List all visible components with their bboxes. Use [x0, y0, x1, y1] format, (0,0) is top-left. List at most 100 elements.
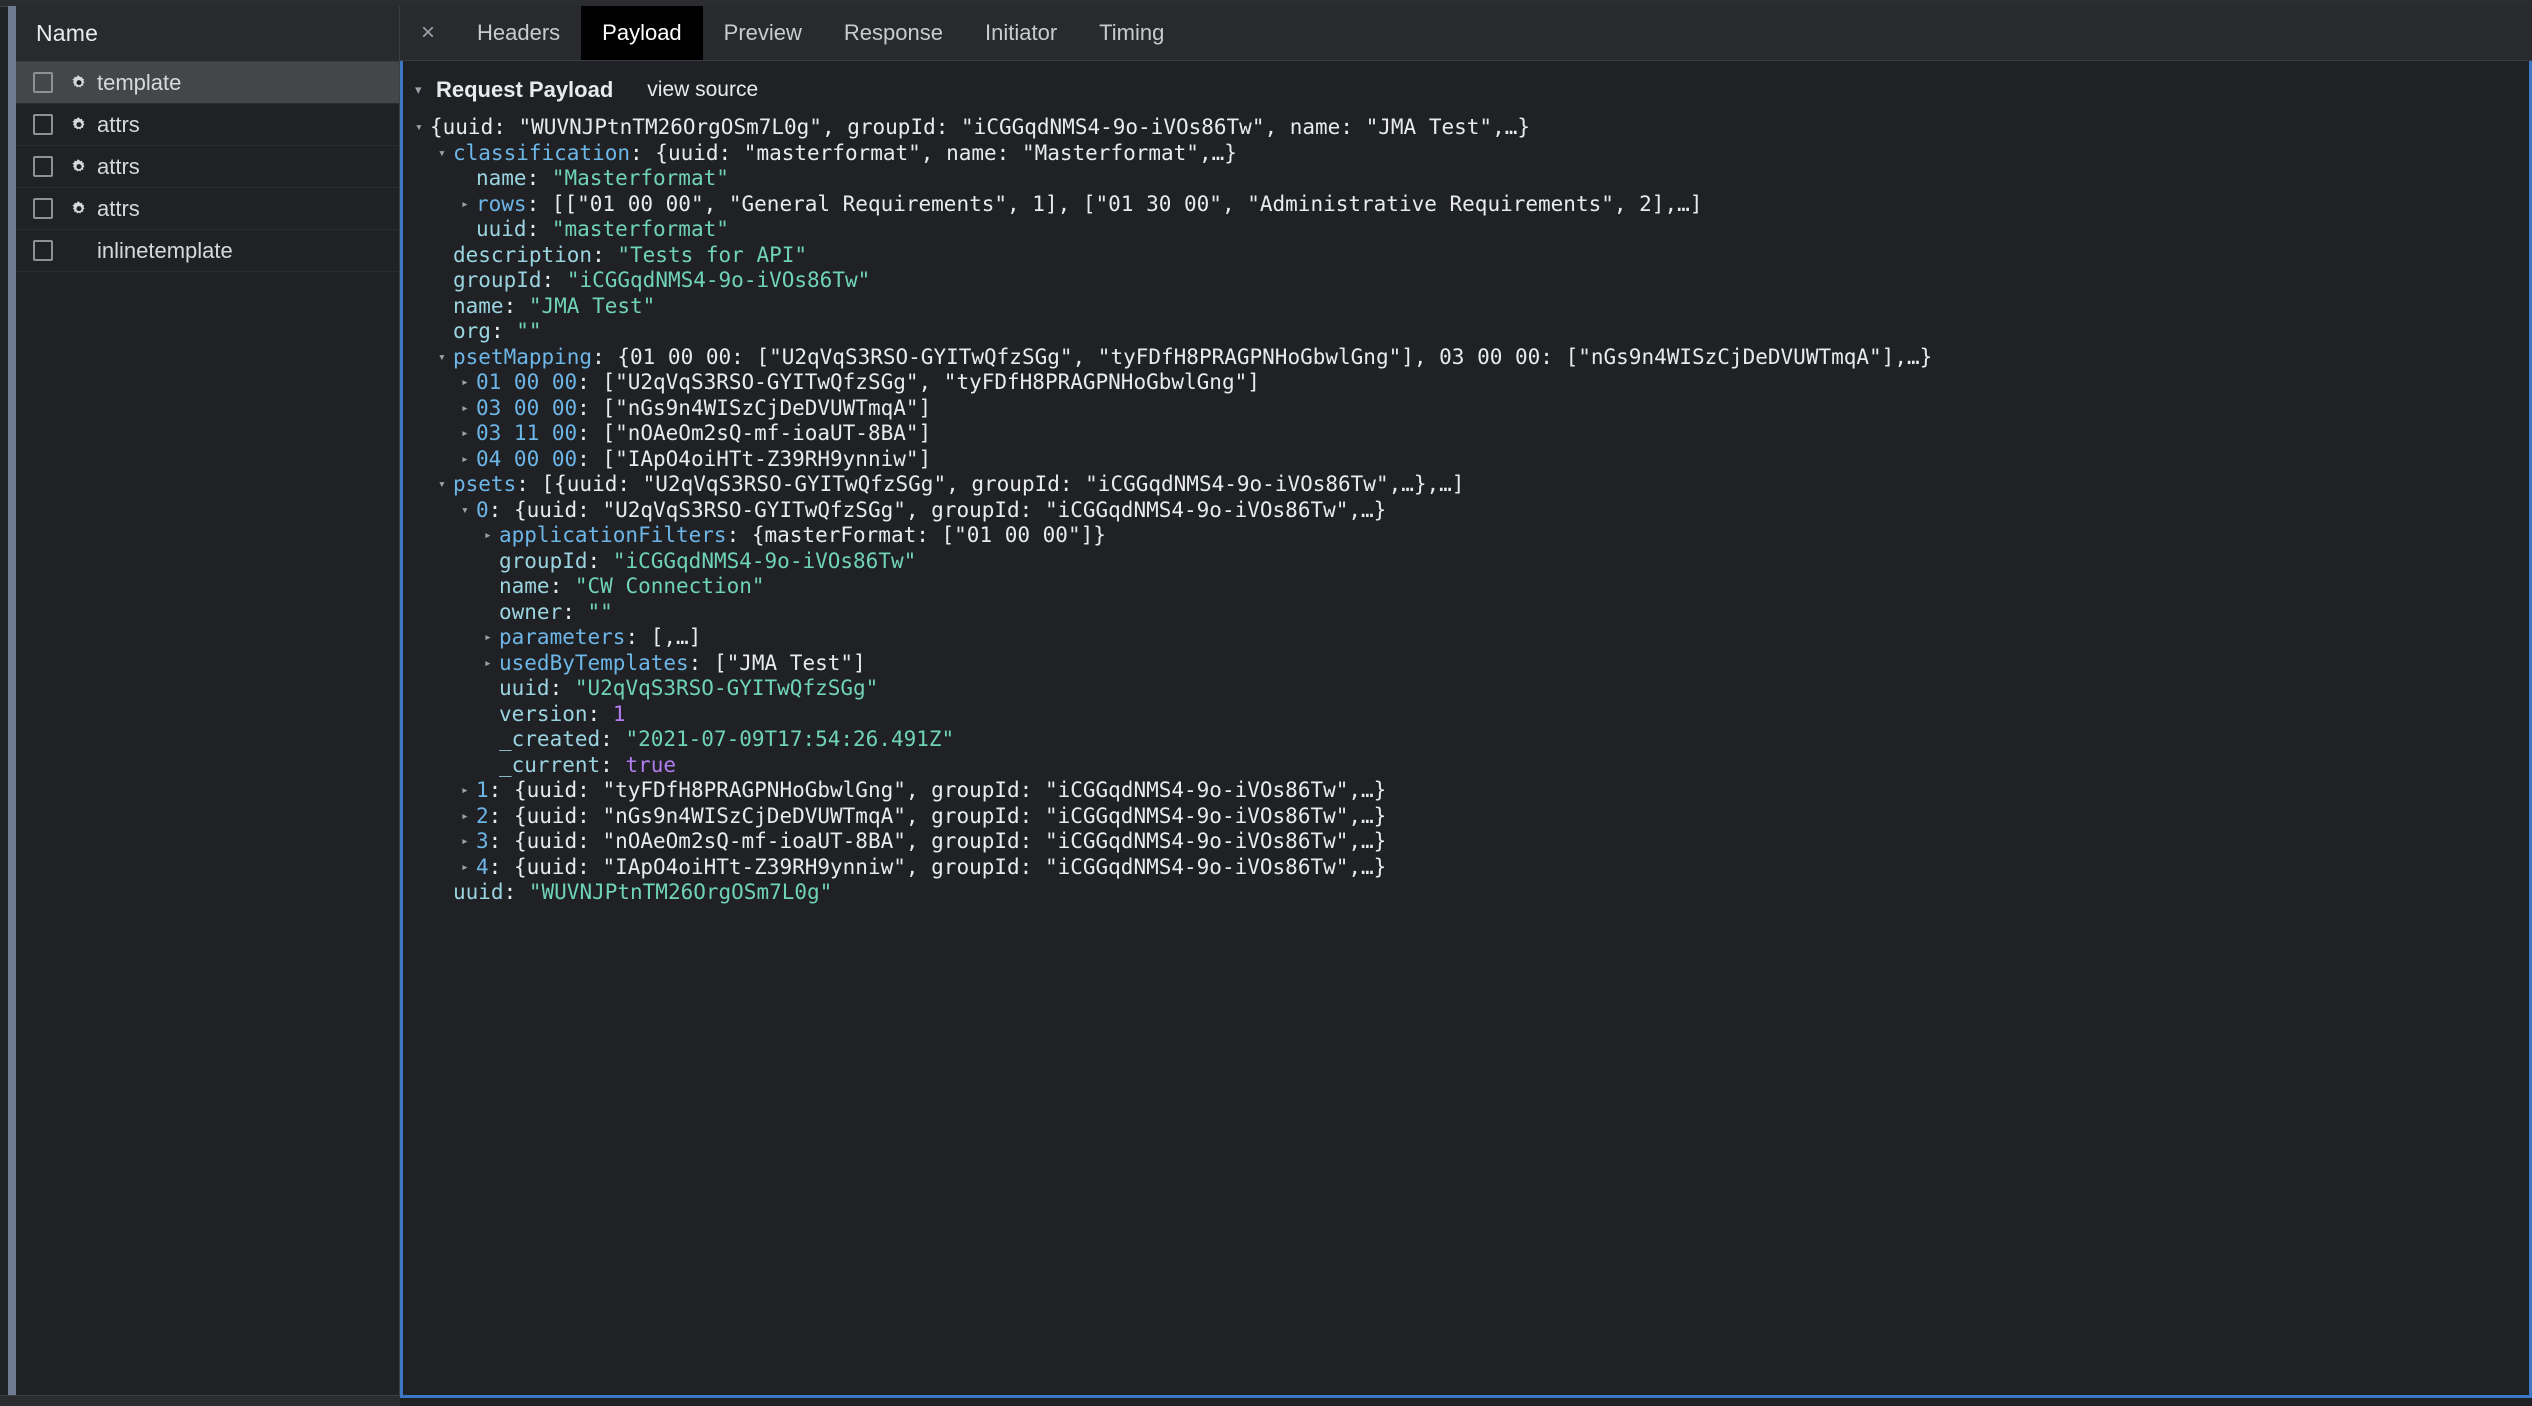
- json-punctuation: : ["IApO4oiHTt-Z39RH9ynniw"]: [577, 446, 932, 471]
- json-punctuation: :: [587, 701, 613, 726]
- json-node[interactable]: {uuid: "WUVNJPtnTM26OrgOSm7L0g", groupId…: [403, 115, 2529, 141]
- json-node[interactable]: name: "JMA Test": [403, 294, 2529, 320]
- json-node[interactable]: name: "Masterformat": [403, 166, 2529, 192]
- json-key: org: [453, 319, 491, 343]
- chevron-right-icon[interactable]: [461, 421, 476, 447]
- json-node[interactable]: _created: "2021-07-09T17:54:26.491Z": [403, 727, 2529, 753]
- json-string-value: "masterformat": [551, 217, 729, 241]
- json-node[interactable]: 01 00 00: ["U2qVqS3RSO-GYITwQfzSGg", "ty…: [403, 370, 2529, 396]
- json-node[interactable]: psets: [{uuid: "U2qVqS3RSO-GYITwQfzSGg",…: [403, 472, 2529, 498]
- json-node[interactable]: _current: true: [403, 753, 2529, 779]
- request-row[interactable]: attrs: [16, 104, 399, 146]
- request-row[interactable]: attrs: [16, 146, 399, 188]
- request-row-checkbox[interactable]: [33, 72, 53, 93]
- chevron-right-icon[interactable]: [461, 778, 476, 804]
- request-row-name: inlinetemplate: [97, 237, 233, 263]
- json-node[interactable]: version: 1: [403, 702, 2529, 728]
- json-node[interactable]: usedByTemplates: ["JMA Test"]: [403, 651, 2529, 677]
- request-row-name: template: [97, 69, 182, 95]
- json-node[interactable]: parameters: [,…]: [403, 625, 2529, 651]
- json-node[interactable]: 03 00 00: ["nGs9n4WISzCjDeDVUWTmqA"]: [403, 396, 2529, 422]
- request-row-checkbox[interactable]: [33, 240, 53, 261]
- json-node[interactable]: groupId: "iCGGqdNMS4-9o-iVOs86Tw": [403, 549, 2529, 575]
- json-key: name: [476, 166, 527, 190]
- tab-payload[interactable]: Payload: [581, 6, 703, 60]
- chevron-right-icon[interactable]: [461, 396, 476, 422]
- chevron-down-icon[interactable]: [438, 472, 453, 498]
- json-number-value: 1: [612, 701, 626, 726]
- chevron-down-icon[interactable]: [415, 115, 430, 141]
- tab-response[interactable]: Response: [823, 6, 964, 60]
- chevron-right-icon[interactable]: [484, 651, 499, 677]
- json-key: parameters: [499, 625, 626, 649]
- payload-panel: Request Payload view source {uuid: "WUVN…: [400, 61, 2532, 1398]
- json-node-content: 1: {uuid: "tyFDfH8PRAGPNHoGbwlGng", grou…: [476, 778, 1386, 804]
- json-punctuation: :: [503, 293, 529, 318]
- json-node-content: uuid: "U2qVqS3RSO-GYITwQfzSGg": [499, 676, 878, 702]
- json-node[interactable]: groupId: "iCGGqdNMS4-9o-iVOs86Tw": [403, 268, 2529, 294]
- chevron-right-icon[interactable]: [484, 625, 499, 651]
- json-node[interactable]: 3: {uuid: "nOAeOm2sQ-mf-ioaUT-8BA", grou…: [403, 829, 2529, 855]
- json-node[interactable]: name: "CW Connection": [403, 574, 2529, 600]
- chevron-right-icon[interactable]: [461, 855, 476, 881]
- json-punctuation: :: [526, 166, 552, 190]
- json-punctuation: :: [503, 880, 529, 904]
- json-key: uuid: [499, 676, 550, 700]
- chevron-right-icon[interactable]: [461, 829, 476, 855]
- request-row-checkbox[interactable]: [33, 114, 53, 135]
- json-node[interactable]: 0: {uuid: "U2qVqS3RSO-GYITwQfzSGg", grou…: [403, 498, 2529, 524]
- request-payload-section-header[interactable]: Request Payload view source: [403, 71, 2529, 109]
- json-node[interactable]: description: "Tests for API": [403, 243, 2529, 269]
- json-node[interactable]: 4: {uuid: "IApO4oiHTt-Z39RH9ynniw", grou…: [403, 855, 2529, 881]
- json-boolean-value: true: [625, 752, 677, 777]
- tab-preview[interactable]: Preview: [703, 6, 823, 60]
- request-row-name: attrs: [97, 153, 140, 179]
- tab-initiator[interactable]: Initiator: [964, 6, 1078, 60]
- payload-scroll-area[interactable]: Request Payload view source {uuid: "WUVN…: [403, 61, 2529, 1395]
- json-node[interactable]: uuid: "WUVNJPtnTM26OrgOSm7L0g": [403, 880, 2529, 906]
- json-node[interactable]: 1: {uuid: "tyFDfH8PRAGPNHoGbwlGng", grou…: [403, 778, 2529, 804]
- request-row[interactable]: attrs: [16, 188, 399, 230]
- json-node[interactable]: org: "": [403, 319, 2529, 345]
- json-node-content: description: "Tests for API": [453, 243, 807, 269]
- json-key: owner: [499, 599, 563, 624]
- json-node[interactable]: uuid: "U2qVqS3RSO-GYITwQfzSGg": [403, 676, 2529, 702]
- json-node[interactable]: 2: {uuid: "nGs9n4WISzCjDeDVUWTmqA", grou…: [403, 804, 2529, 830]
- json-punctuation: : {uuid: "IApO4oiHTt-Z39RH9ynniw", group…: [488, 854, 1387, 879]
- json-node[interactable]: 03 11 00: ["nOAeOm2sQ-mf-ioaUT-8BA"]: [403, 421, 2529, 447]
- chevron-down-icon[interactable]: [438, 141, 453, 167]
- chevron-down-icon[interactable]: [438, 345, 453, 371]
- chevron-right-icon[interactable]: [461, 370, 476, 396]
- json-key: _created: [499, 727, 601, 751]
- request-row-checkbox[interactable]: [33, 156, 53, 177]
- chevron-right-icon[interactable]: [484, 523, 499, 549]
- request-row-checkbox[interactable]: [33, 198, 53, 219]
- request-row[interactable]: inlinetemplate: [16, 230, 399, 272]
- json-node-content: psetMapping: {01 00 00: ["U2qVqS3RSO-GYI…: [453, 345, 1932, 371]
- close-detail-icon[interactable]: ×: [400, 6, 456, 60]
- chevron-down-icon[interactable]: [415, 77, 430, 103]
- json-node[interactable]: rows: [["01 00 00", "General Requirement…: [403, 192, 2529, 218]
- tab-timing[interactable]: Timing: [1078, 6, 1185, 60]
- chevron-right-icon[interactable]: [461, 192, 476, 218]
- json-node-content: 03 00 00: ["nGs9n4WISzCjDeDVUWTmqA"]: [476, 396, 931, 422]
- request-row[interactable]: template: [16, 62, 399, 104]
- json-key: 03 00 00: [476, 395, 578, 420]
- request-list-header[interactable]: Name: [16, 6, 399, 62]
- json-node-content: _created: "2021-07-09T17:54:26.491Z": [499, 727, 954, 753]
- json-node-content: {uuid: "WUVNJPtnTM26OrgOSm7L0g", groupId…: [430, 115, 1530, 141]
- chevron-right-icon[interactable]: [461, 804, 476, 830]
- json-string-value: "": [587, 599, 613, 624]
- json-node[interactable]: applicationFilters: {masterFormat: ["01 …: [403, 523, 2529, 549]
- json-punctuation: :: [549, 574, 575, 598]
- json-node[interactable]: classification: {uuid: "masterformat", n…: [403, 141, 2529, 167]
- json-node[interactable]: 04 00 00: ["IApO4oiHTt-Z39RH9ynniw"]: [403, 447, 2529, 473]
- json-node[interactable]: psetMapping: {01 00 00: ["U2qVqS3RSO-GYI…: [403, 345, 2529, 371]
- json-node[interactable]: uuid: "masterformat": [403, 217, 2529, 243]
- view-source-link[interactable]: view source: [647, 78, 758, 102]
- chevron-right-icon[interactable]: [461, 447, 476, 473]
- json-node[interactable]: owner: "": [403, 600, 2529, 626]
- json-punctuation: :: [562, 599, 588, 624]
- chevron-down-icon[interactable]: [461, 498, 476, 524]
- tab-headers[interactable]: Headers: [456, 6, 581, 60]
